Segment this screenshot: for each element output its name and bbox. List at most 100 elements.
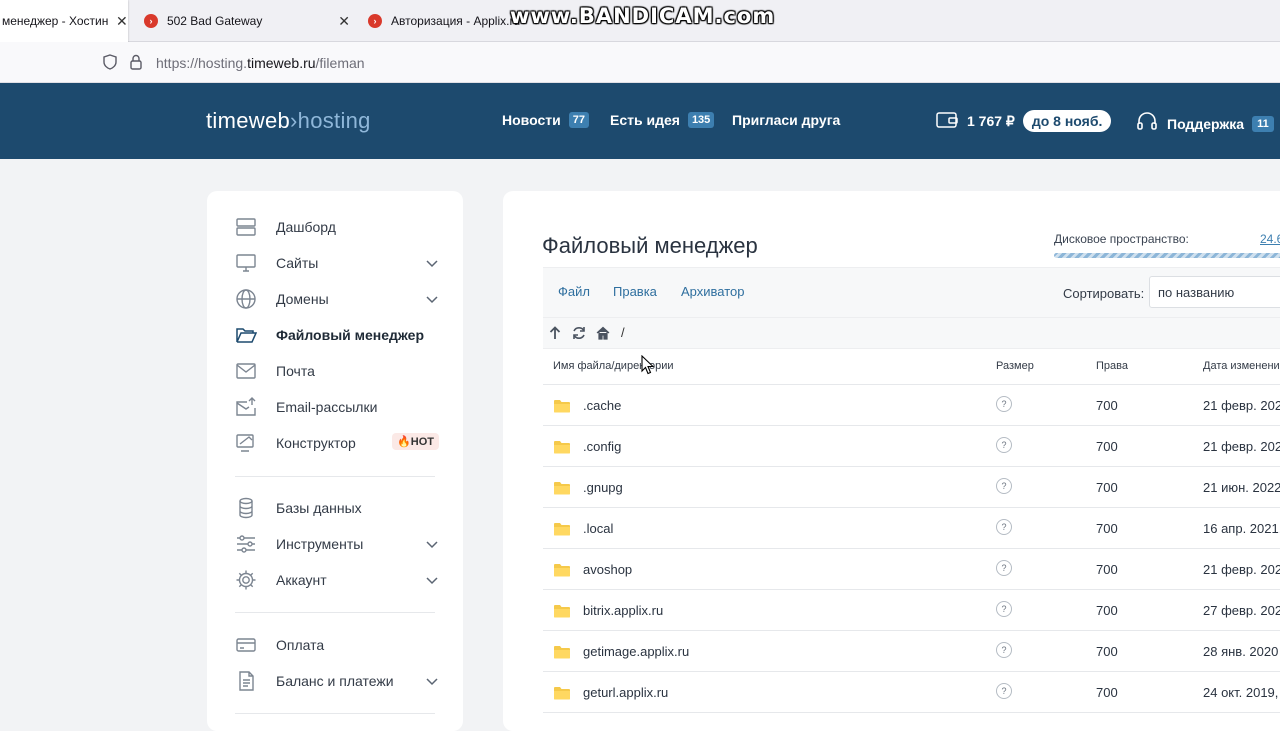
size-unknown-icon[interactable]: ? [996, 560, 1012, 576]
url-text[interactable]: https://hosting.timeweb.ru/fileman [156, 55, 365, 71]
file-manager-panel: Файловый менеджер Дисковое пространство:… [503, 191, 1280, 731]
file-permissions[interactable]: 700 [1096, 685, 1118, 700]
sidebar-item-domains[interactable]: Домены [235, 287, 439, 311]
hot-badge: 🔥HOT [392, 433, 439, 450]
logo-sub: hosting [297, 108, 371, 133]
column-name[interactable]: Имя файла/директории [553, 360, 674, 372]
size-unknown-icon[interactable]: ? [996, 642, 1012, 658]
database-icon [235, 497, 257, 519]
column-permissions[interactable]: Права [1096, 360, 1128, 372]
file-name[interactable]: .config [583, 439, 621, 454]
file-permissions[interactable]: 700 [1096, 480, 1118, 495]
file-name[interactable]: .local [583, 521, 613, 536]
sidebar-item-databases[interactable]: Базы данных [235, 496, 439, 520]
sidebar-item-label: Сайты [276, 255, 319, 271]
chevron-down-icon[interactable] [425, 673, 439, 689]
table-row[interactable]: .config? 700 21 февр. 202 [543, 426, 1280, 467]
disk-space-label: Дисковое пространство: [1054, 232, 1189, 246]
size-unknown-icon[interactable]: ? [996, 478, 1012, 494]
file-name[interactable]: geturl.applix.ru [583, 685, 668, 700]
folder-open-icon [235, 324, 257, 346]
timeweb-logo[interactable]: timeweb›hosting [206, 108, 371, 134]
folder-icon [553, 440, 571, 459]
chevron-down-icon[interactable] [425, 291, 439, 307]
shield-icon[interactable] [102, 54, 118, 75]
chevron-down-icon[interactable] [425, 536, 439, 552]
file-name[interactable]: .cache [583, 398, 621, 413]
tab-close-icon[interactable]: ✕ [338, 13, 350, 30]
arrow-up-icon[interactable] [549, 326, 561, 345]
table-row[interactable]: .gnupg? 700 21 июн. 2022 [543, 467, 1280, 508]
size-unknown-icon[interactable]: ? [996, 396, 1012, 412]
menu-file[interactable]: Файл [558, 284, 590, 299]
chevron-down-icon[interactable] [425, 572, 439, 588]
file-date: 24 окт. 2019, [1203, 685, 1279, 700]
error-favicon-icon: › [144, 14, 158, 28]
column-date[interactable]: Дата изменени [1203, 360, 1280, 372]
sidebar-item-mail[interactable]: Почта [235, 359, 439, 383]
file-permissions[interactable]: 700 [1096, 521, 1118, 536]
nav-news[interactable]: Новости 77 [502, 112, 589, 128]
sidebar-item-label: Email-рассылки [276, 399, 378, 415]
file-permissions[interactable]: 700 [1096, 439, 1118, 454]
mouse-cursor-icon [641, 354, 655, 380]
sidebar-item-sites[interactable]: Сайты [235, 251, 439, 275]
tab-title: 502 Bad Gateway [166, 14, 263, 28]
sidebar-item-payment[interactable]: Оплата [235, 633, 439, 657]
browser-tab-bar: менеджер - Хостин ✕ › 502 Bad Gateway ✕ … [0, 0, 1280, 42]
site-header: timeweb›hosting Новости 77 Есть идея 135… [0, 83, 1280, 159]
nav-invite[interactable]: Пригласи друга [732, 112, 840, 128]
sidebar-item-file-manager[interactable]: Файловый менеджер [235, 323, 439, 347]
watermark: www.BANDICAM.com [510, 4, 776, 28]
disk-space-value[interactable]: 24.6 [1260, 232, 1280, 246]
file-name[interactable]: bitrix.applix.ru [583, 603, 663, 618]
table-row[interactable]: .local? 700 16 апр. 2021, [543, 508, 1280, 549]
sidebar-item-email-campaigns[interactable]: Email-рассылки [235, 395, 439, 419]
sidebar-item-tools[interactable]: Инструменты [235, 532, 439, 556]
column-size[interactable]: Размер [996, 360, 1034, 372]
browser-tab-active[interactable]: менеджер - Хостин ✕ [0, 0, 128, 42]
menu-edit[interactable]: Правка [613, 284, 657, 299]
support-link[interactable]: Поддержка 11 [1136, 112, 1274, 135]
sort-select[interactable]: по названию [1149, 276, 1280, 308]
tab-close-icon[interactable]: ✕ [116, 13, 128, 30]
browser-tab[interactable]: › 502 Bad Gateway ✕ [144, 0, 350, 42]
table-row[interactable]: avoshop? 700 21 февр. 202 [543, 549, 1280, 590]
file-name[interactable]: getimage.applix.ru [583, 644, 689, 659]
sidebar-item-account[interactable]: Аккаунт [235, 568, 439, 592]
lock-icon[interactable] [129, 54, 143, 75]
sidebar-divider [235, 612, 435, 613]
table-row[interactable]: geturl.applix.ru? 700 24 окт. 2019, [543, 672, 1280, 713]
file-date: 21 июн. 2022 [1203, 480, 1280, 495]
table-row[interactable]: .cache? 700 21 февр. 202 [543, 385, 1280, 426]
table-row[interactable]: getimage.applix.ru? 700 28 янв. 2020 [543, 631, 1280, 672]
file-name[interactable]: avoshop [583, 562, 632, 577]
sidebar-item-dashboard[interactable]: Дашборд [235, 215, 439, 239]
size-unknown-icon[interactable]: ? [996, 519, 1012, 535]
refresh-icon[interactable] [572, 326, 586, 345]
size-unknown-icon[interactable]: ? [996, 437, 1012, 453]
file-permissions[interactable]: 700 [1096, 398, 1118, 413]
file-permissions[interactable]: 700 [1096, 644, 1118, 659]
file-date: 21 февр. 202 [1203, 439, 1280, 454]
chevron-down-icon[interactable] [425, 255, 439, 271]
file-permissions[interactable]: 700 [1096, 562, 1118, 577]
menu-archiver[interactable]: Архиватор [681, 284, 745, 299]
size-unknown-icon[interactable]: ? [996, 601, 1012, 617]
folder-icon [553, 522, 571, 541]
folder-icon [553, 563, 571, 582]
address-bar[interactable]: https://hosting.timeweb.ru/fileman [0, 42, 1280, 83]
sidebar-item-balance[interactable]: Баланс и платежи [235, 669, 439, 693]
file-name[interactable]: .gnupg [583, 480, 623, 495]
sidebar-item-label: Базы данных [276, 500, 362, 516]
wallet-icon [936, 111, 958, 132]
size-unknown-icon[interactable]: ? [996, 683, 1012, 699]
file-permissions[interactable]: 700 [1096, 603, 1118, 618]
balance-widget[interactable]: 1 767 ₽ до 8 нояб. [936, 110, 1112, 132]
url-prefix: https://hosting. [156, 55, 248, 71]
sidebar-item-constructor[interactable]: Конструктор 🔥HOT [235, 431, 439, 455]
table-row[interactable]: bitrix.applix.ru? 700 27 февр. 202 [543, 590, 1280, 631]
browser-tab[interactable]: › Авторизация - Applix.ru [368, 0, 528, 42]
nav-idea[interactable]: Есть идея 135 [610, 112, 715, 128]
home-icon[interactable] [596, 326, 610, 345]
